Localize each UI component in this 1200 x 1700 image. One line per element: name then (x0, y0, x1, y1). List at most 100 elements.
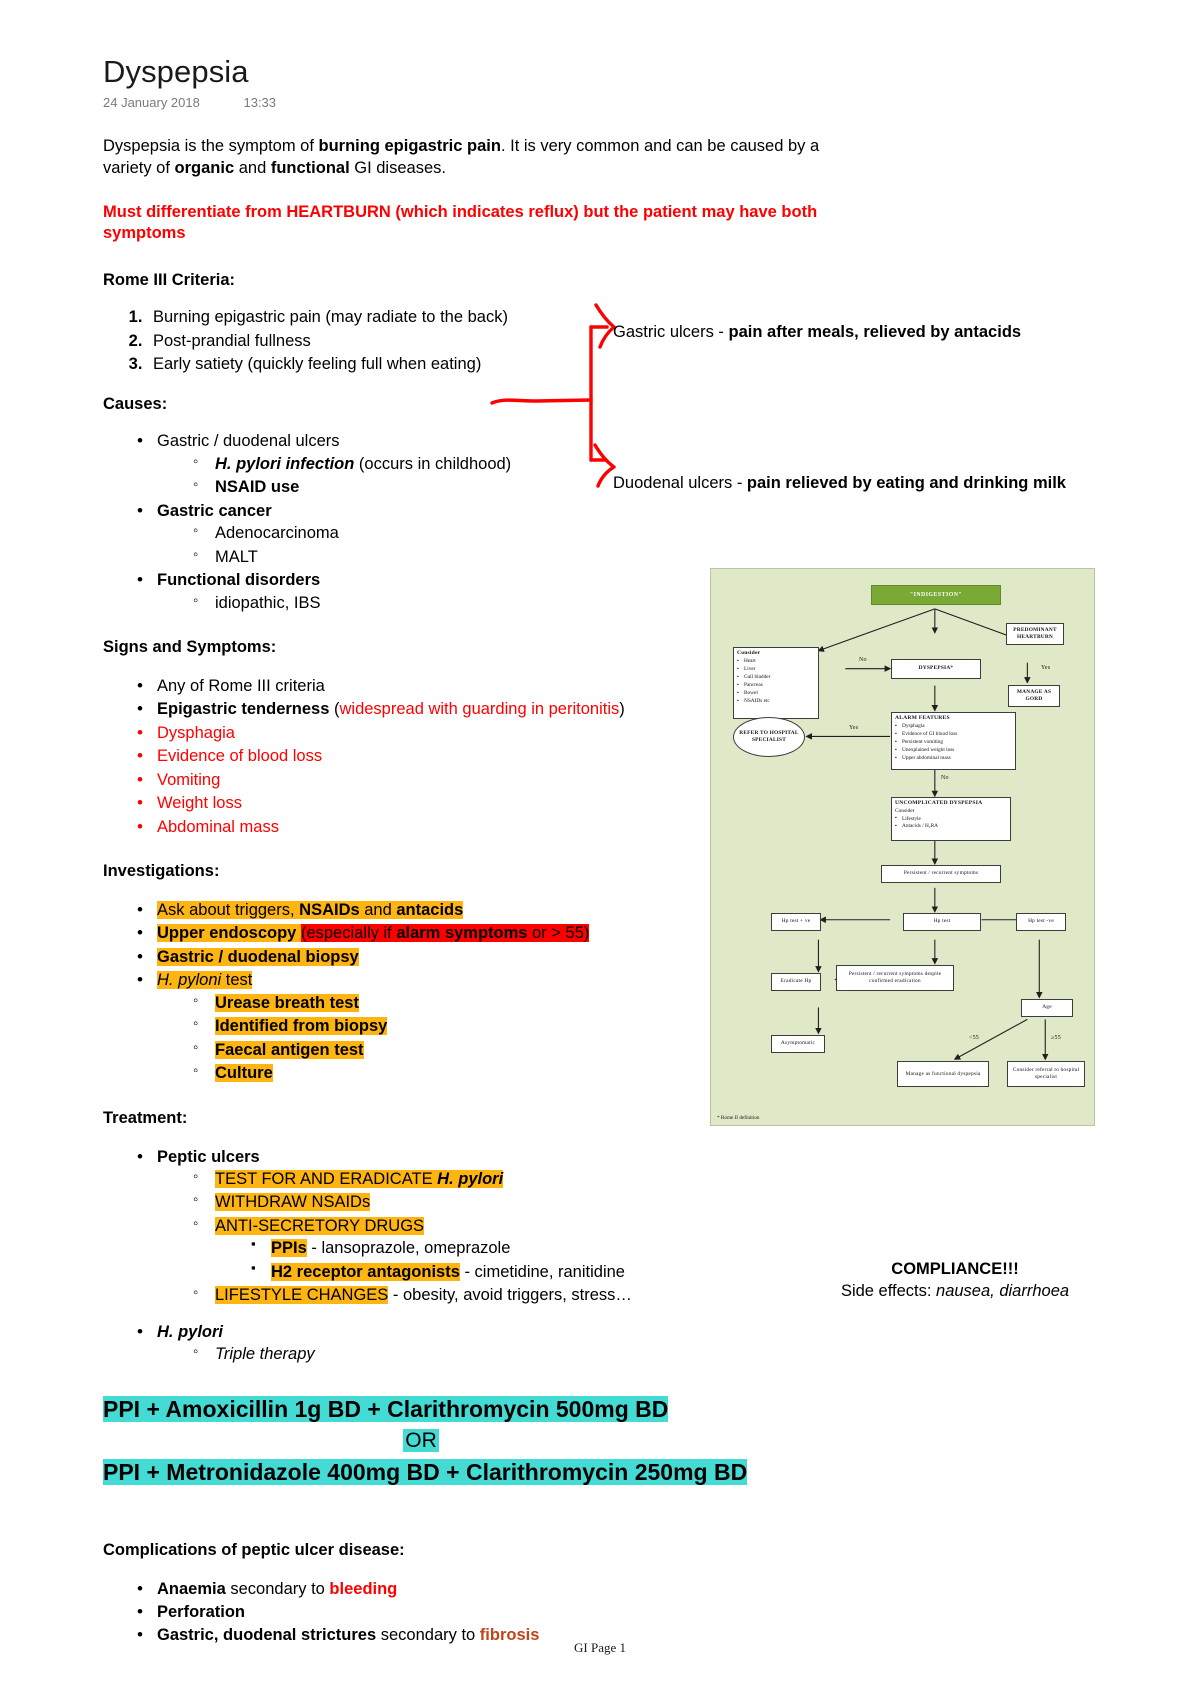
complications-heading: Complications of peptic ulcer disease: (103, 1540, 405, 1559)
h2ra-examples: - cimetidine, ranitidine (459, 1262, 625, 1281)
hp-test-label: Faecal antigen test (215, 1040, 364, 1059)
peritonitis-note: widespread with guarding in peritonitis (339, 700, 620, 719)
list-item: TEST FOR AND ERADICATE H. pylori (191, 1167, 1103, 1190)
hp-test-box: Hp test (903, 913, 981, 931)
intro-part1: Dyspepsia is the symptom of (103, 137, 319, 156)
lifestyle-label: LIFESTYLE CHANGES (215, 1286, 389, 1305)
nsaid-use-label: NSAID use (215, 478, 300, 497)
persistent-symptoms-label: Persistent / recurrent symptoms (903, 870, 979, 877)
lifestyle-examples: - obesity, avoid triggers, stress… (388, 1286, 632, 1305)
flowchart-footnote: * Rome II definition (717, 1115, 760, 1121)
document-date: 24 January 2018 (103, 95, 200, 111)
indigestion-header-box: "INDIGESTION" (871, 585, 1001, 605)
dyspepsia-flowchart: "INDIGESTION" Consider Heart Liver Gall … (710, 568, 1095, 1126)
regimen-or: OR (103, 1426, 739, 1456)
causes-heading: Causes: (103, 395, 168, 414)
uncomplicated-title: UNCOMPLICATED DYSPEPSIA (895, 800, 983, 806)
refer-specialist-oval: REFER TO HOSPITAL SPECIALIST (733, 717, 805, 757)
compliance-side-effects: Side effects: nausea, diarrhoea (820, 1280, 1090, 1302)
edge-label-no-2: No (941, 775, 949, 781)
list-item: Evidence of GI blood loss (895, 731, 1012, 739)
anti-secretory-label: ANTI-SECRETORY DRUGS (215, 1216, 425, 1235)
rome-heading: Rome III Criteria: (103, 271, 236, 290)
list-item: Persistent vomiting (895, 739, 1012, 747)
predominant-heartburn-label: PREDOMINANT HEARTBURN (1013, 627, 1057, 640)
list-item: PPIs - lansoprazole, omeprazole (249, 1235, 1103, 1259)
consider-title: Consider (737, 650, 761, 656)
regimen-block: PPI + Amoxicillin 1g BD + Clarithromycin… (103, 1393, 1103, 1488)
list-item: Gastric cancer Adenocarcinoma MALT (133, 499, 1103, 568)
list-item: Triple therapy (191, 1342, 1103, 1365)
hp-test-label: Culture (215, 1064, 273, 1083)
persistent-despite-label: Persistent / recurrent symptoms despite … (848, 971, 942, 984)
manage-functional-box: Manage as functional dyspepsia (897, 1061, 989, 1087)
dyspepsia-box: DYSPEPSIA* (891, 659, 981, 679)
comp-text: secondary to (225, 1579, 330, 1598)
intro-bold2: organic (174, 158, 235, 177)
page-title: Dyspepsia (103, 54, 249, 89)
biopsy-label: Gastric / duodenal biopsy (157, 947, 359, 966)
withdraw-nsaids-label: WITHDRAW NSAIDs (215, 1193, 371, 1212)
list-item: Antacids / H₂RA (895, 823, 1007, 831)
age-label: Age (1042, 1004, 1052, 1011)
alarm-features-items: Dysphagia Evidence of GI blood loss Pers… (895, 723, 1012, 763)
list-item: Upper abdominal mass (895, 755, 1012, 763)
intro-bold3: functional (270, 158, 350, 177)
uncomplicated-dyspepsia-box: UNCOMPLICATED DYSPEPSIA Consider Lifesty… (891, 797, 1011, 841)
ppis-label: PPIs (271, 1239, 307, 1258)
hp-positive-label: Hp test + ve (781, 918, 811, 925)
regimen-2-text: PPI + Metronidazole 400mg BD + Clarithro… (103, 1458, 748, 1485)
edge-label-no-1: No (859, 657, 867, 663)
eradicate-label: TEST FOR AND ERADICATE H. pylori (215, 1169, 504, 1188)
paren-close: ) (619, 700, 625, 719)
persistent-symptoms-box: Persistent / recurrent symptoms (881, 865, 1001, 883)
persistent-despite-box: Persistent / recurrent symptoms despite … (836, 965, 954, 991)
hp-test-label: Urease breath test (215, 993, 359, 1012)
list-item: Liver (737, 666, 815, 674)
uncomplicated-consider: Consider (895, 808, 915, 815)
alarm-features-box: ALARM FEATURES Dysphagia Evidence of GI … (891, 712, 1016, 770)
eradicate-text: TEST FOR AND ERADICATE (215, 1169, 438, 1188)
edge-label-yes-2: Yes (1041, 665, 1051, 671)
list-item: H. pylori infection (occurs in childhood… (191, 452, 1103, 475)
side-effects-prefix: Side effects: (840, 1282, 937, 1301)
hpylori-sublist: Triple therapy (157, 1342, 1103, 1365)
h2ra-label: H2 receptor antagonists (271, 1262, 460, 1281)
list-item: Adenocarcinoma (191, 521, 1103, 544)
ppis-examples: - lansoprazole, omeprazole (306, 1239, 511, 1258)
inv-text: Ask about triggers, (157, 901, 300, 920)
annotation-emphasis: pain after meals, relieved by antacids (728, 323, 1022, 341)
eradicate-hp-label: Eradicate Hp (780, 978, 812, 985)
intro-bold1: burning epigastric pain (318, 137, 501, 156)
inv-text: (especially if (300, 924, 397, 943)
hp-positive-box: Hp test + ve (771, 913, 821, 931)
causes-sublist: Adenocarcinoma MALT (157, 521, 1103, 568)
bleeding-label: bleeding (329, 1579, 398, 1598)
list-item: Anaemia secondary to bleeding (133, 1577, 1103, 1601)
edge-label-over-55: ≥55 (1051, 1035, 1061, 1041)
list-item: H. pylori Triple therapy (133, 1320, 1103, 1366)
list-item: Lifestyle (895, 815, 1007, 824)
manage-gord-label: MANAGE AS GORD (1016, 688, 1052, 702)
consider-items: Heart Liver Gall bladder Pancreas Bowel … (737, 658, 815, 706)
asymptomatic-box: Asymptomatic (771, 1035, 825, 1053)
annotation-emphasis: pain relieved by eating and drinking mil… (746, 474, 1066, 492)
inv-text: and (359, 901, 397, 920)
duodenal-ulcer-annotation: Duodenal ulcers - pain relieved by eatin… (613, 473, 1066, 494)
hp-test-label: Hp test (933, 918, 951, 925)
predominant-heartburn-box: PREDOMINANT HEARTBURN (1006, 623, 1064, 645)
highlight-span: Ask about triggers, NSAIDs and antacids (157, 901, 464, 920)
intro-part3: and (234, 158, 271, 177)
highlight-span: H. pyloni test (157, 971, 253, 990)
list-item: Pancreas (737, 682, 815, 690)
refer-specialist-label: REFER TO HOSPITAL SPECIALIST (739, 729, 799, 743)
gastric-ulcer-annotation: Gastric ulcers - pain after meals, relie… (613, 322, 1021, 343)
manage-gord-box: MANAGE AS GORD (1008, 685, 1060, 707)
uncomplicated-items: Lifestyle Antacids / H₂RA (895, 815, 1007, 832)
regimen-1-text: PPI + Amoxicillin 1g BD + Clarithromycin… (103, 1396, 669, 1423)
document-time: 13:33 (243, 95, 277, 111)
nsaids-label: NSAIDs (299, 901, 360, 920)
perforation-label: Perforation (157, 1603, 246, 1622)
hpylori-infection-note: (occurs in childhood) (354, 454, 512, 473)
hpylori-heading: H. pylori (157, 1322, 224, 1341)
